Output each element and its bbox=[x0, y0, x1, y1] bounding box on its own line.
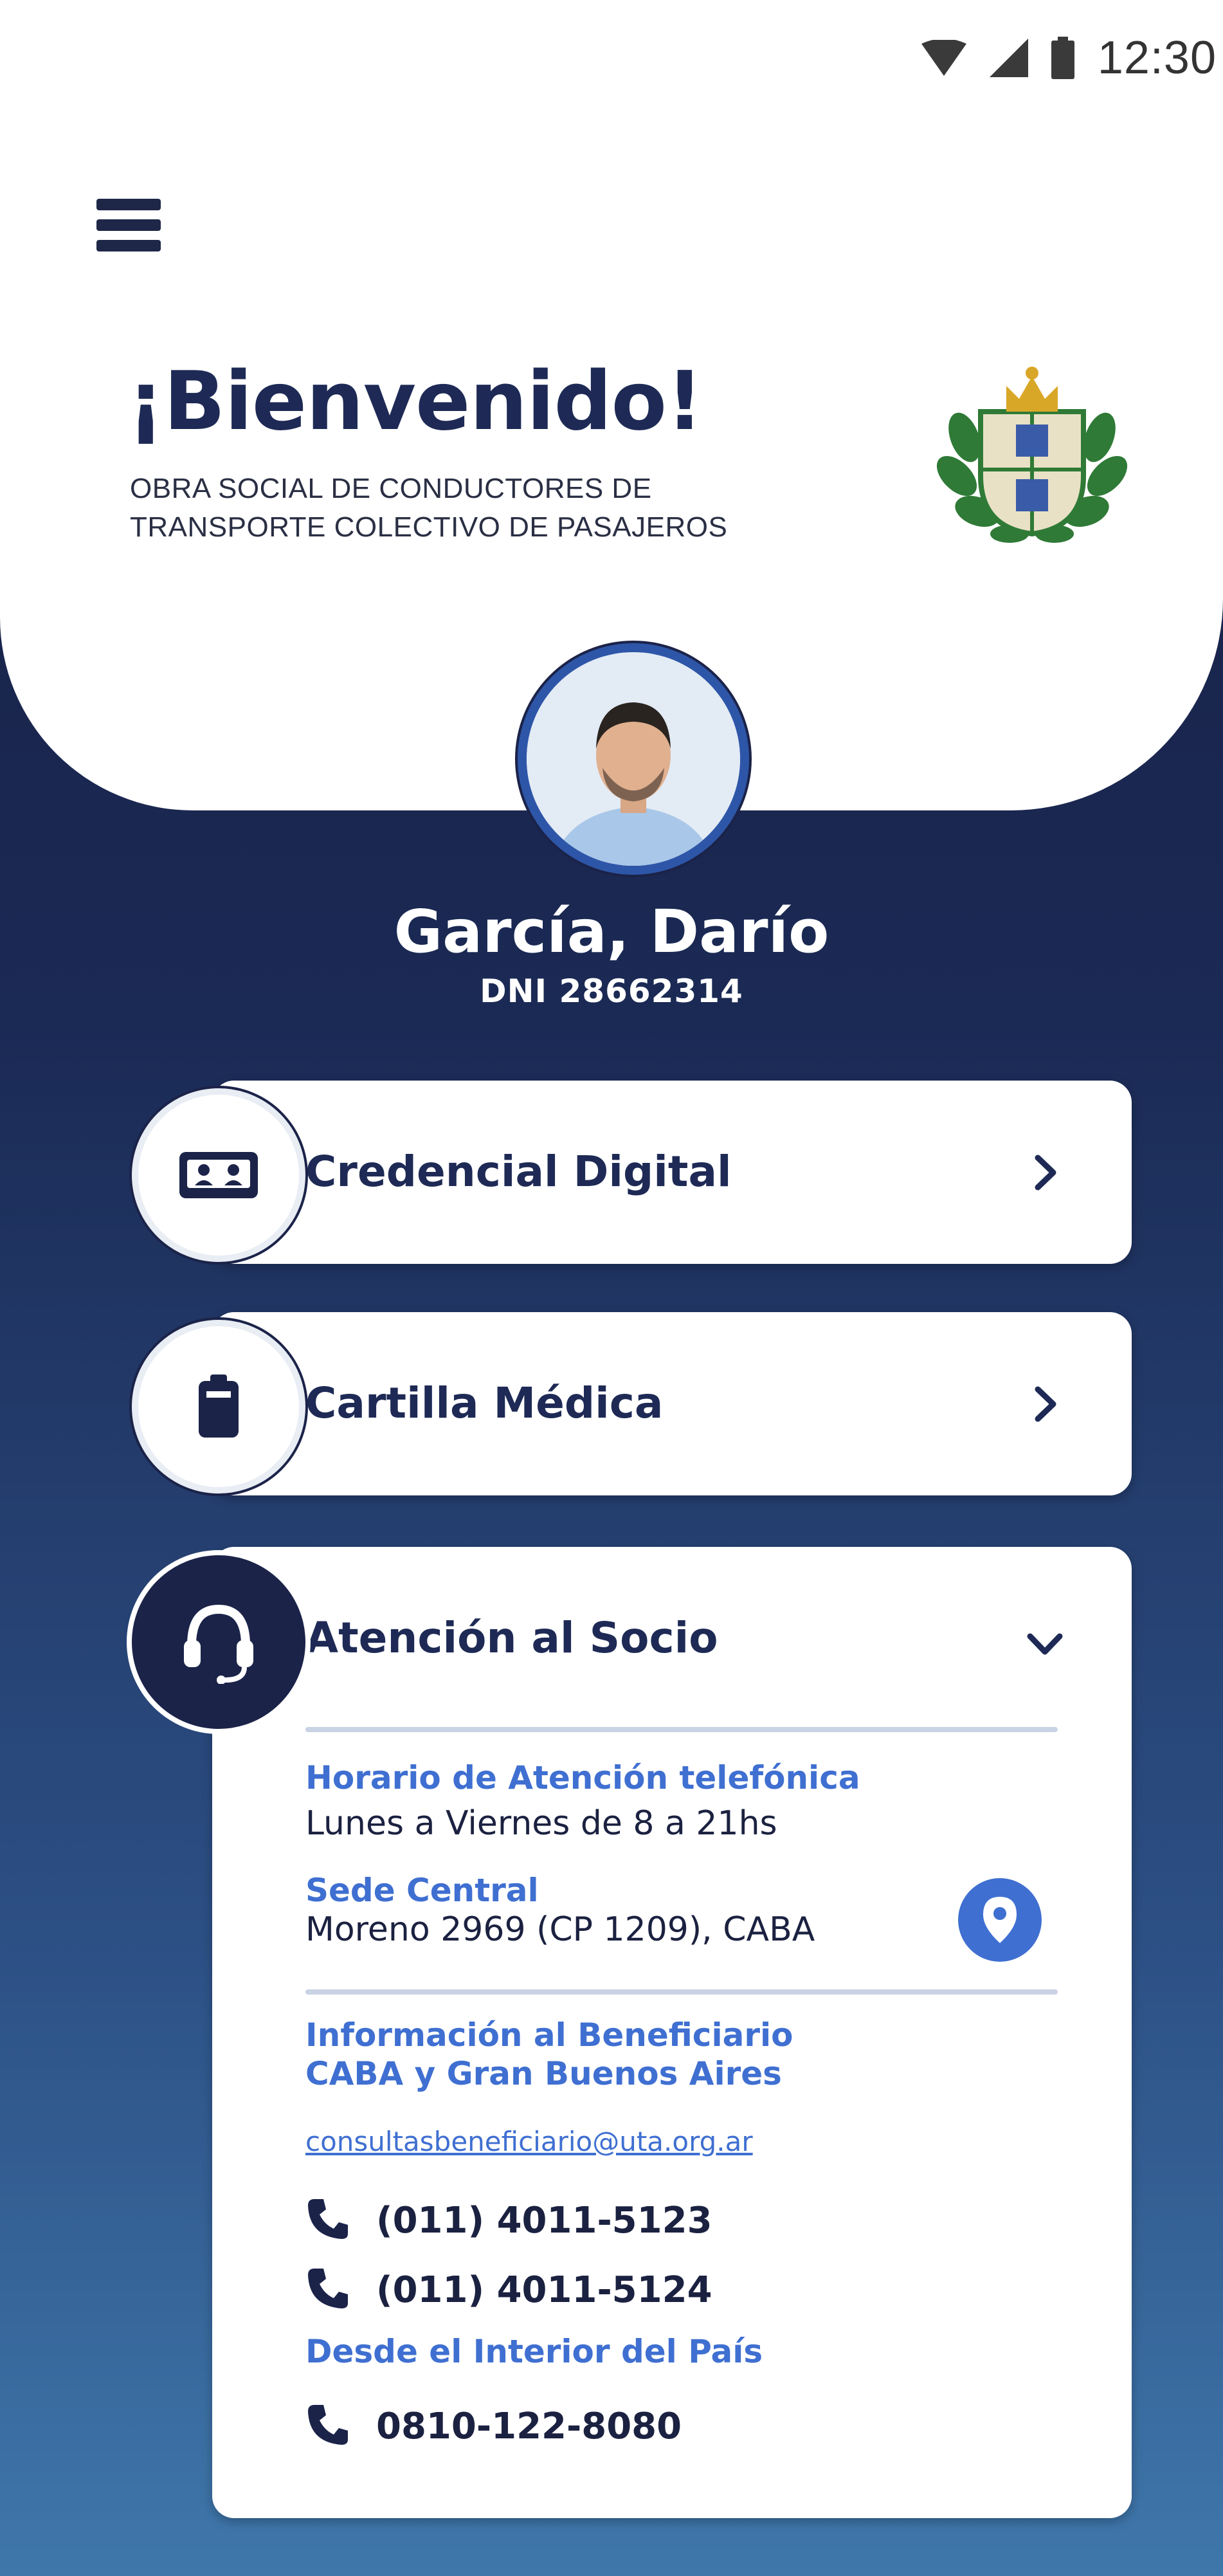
medical-directory-icon bbox=[132, 1320, 305, 1494]
status-time: 12:30 bbox=[1097, 32, 1217, 84]
divider bbox=[305, 1727, 1058, 1732]
chevron-right-icon bbox=[1022, 1382, 1067, 1427]
id-card-icon bbox=[132, 1088, 305, 1262]
phone-icon bbox=[305, 2402, 350, 2450]
organization-subtitle: OBRA SOCIAL DE CONDUCTORES DE TRANSPORTE… bbox=[130, 470, 901, 547]
chevron-right-icon bbox=[1022, 1150, 1067, 1195]
phone-number-2: (011) 4011-5124 bbox=[376, 2269, 712, 2311]
info-beneficiario-line-1: Información al Beneficiario bbox=[305, 2016, 793, 2054]
horario-value: Lunes a Viernes de 8 a 21hs bbox=[305, 1804, 777, 1843]
phone-icon bbox=[305, 2197, 350, 2244]
cartilla-medica-button[interactable]: Cartilla Médica bbox=[212, 1312, 1132, 1495]
divider bbox=[305, 1989, 1058, 1995]
user-dni: DNI 28662314 bbox=[480, 973, 743, 1010]
sede-label: Sede Central bbox=[305, 1872, 539, 1909]
phone-icon bbox=[305, 2266, 350, 2314]
sede-value: Moreno 2969 (CP 1209), CABA bbox=[305, 1910, 815, 1949]
location-pin-icon[interactable] bbox=[958, 1878, 1042, 1962]
headset-icon bbox=[132, 1555, 305, 1729]
horario-label: Horario de Atención telefónica bbox=[305, 1759, 860, 1796]
credencial-digital-label: Credencial Digital bbox=[305, 1147, 732, 1196]
phone-number-3: 0810-122-8080 bbox=[376, 2405, 682, 2447]
status-bar: 12:30 bbox=[921, 26, 1223, 90]
welcome-title: ¡Bienvenido! bbox=[127, 354, 703, 448]
chevron-down-icon[interactable] bbox=[1022, 1621, 1067, 1666]
atencion-al-socio-panel: Atención al Socio Horario de Atención te… bbox=[212, 1547, 1132, 2518]
atencion-al-socio-label[interactable]: Atención al Socio bbox=[305, 1613, 718, 1663]
cartilla-medica-label: Cartilla Médica bbox=[305, 1378, 664, 1428]
wifi-icon bbox=[921, 40, 966, 76]
interior-label: Desde el Interior del País bbox=[305, 2333, 763, 2370]
phone-row-3[interactable]: 0810-122-8080 bbox=[305, 2402, 682, 2450]
credencial-digital-button[interactable]: Credencial Digital bbox=[212, 1081, 1132, 1264]
user-avatar bbox=[518, 643, 749, 875]
subtitle-line-1: OBRA SOCIAL DE CONDUCTORES DE bbox=[130, 473, 652, 504]
phone-number-1: (011) 4011-5123 bbox=[376, 2199, 712, 2242]
battery-icon bbox=[1051, 37, 1074, 79]
user-name: García, Darío bbox=[394, 897, 829, 966]
signal-icon bbox=[989, 39, 1028, 77]
organization-crest-logo bbox=[926, 341, 1138, 553]
phone-row-2[interactable]: (011) 4011-5124 bbox=[305, 2266, 712, 2314]
subtitle-line-2: TRANSPORTE COLECTIVO DE PASAJEROS bbox=[130, 511, 728, 543]
hamburger-menu-icon[interactable] bbox=[96, 193, 161, 257]
email-link[interactable]: consultasbeneficiario@uta.org.ar bbox=[305, 2126, 753, 2157]
phone-row-1[interactable]: (011) 4011-5123 bbox=[305, 2197, 712, 2244]
app-screen: 12:30 ¡Bienvenido! OBRA SOCIAL DE CONDUC… bbox=[0, 0, 1223, 2576]
info-beneficiario-line-2: CABA y Gran Buenos Aires bbox=[305, 2055, 782, 2092]
